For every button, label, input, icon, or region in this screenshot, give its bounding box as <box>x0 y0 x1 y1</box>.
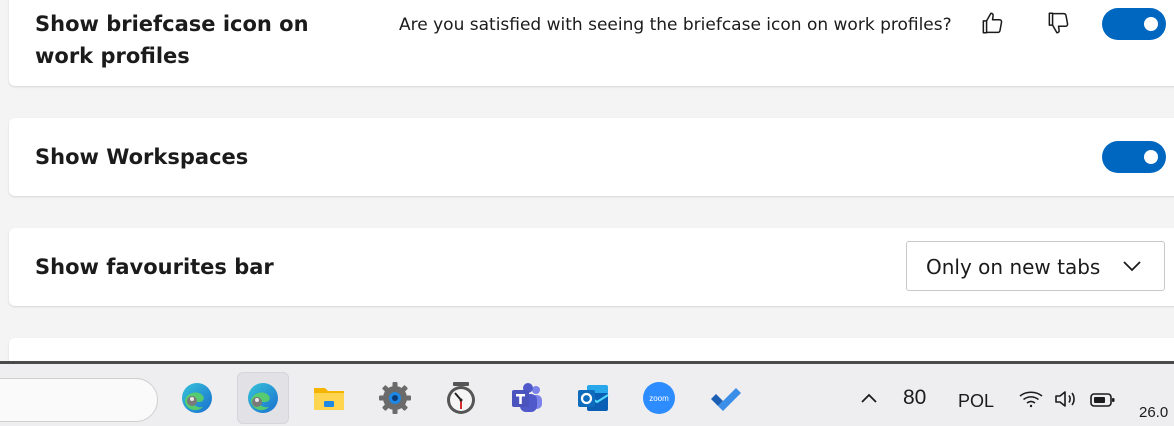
taskbar-app-teams[interactable] <box>501 372 553 424</box>
toggle-knob <box>1144 17 1158 31</box>
toggle-knob <box>1144 150 1158 164</box>
taskbar: zoom 80 POL 26.0 <box>0 364 1174 426</box>
teams-icon <box>512 383 542 412</box>
setting-card-workspaces: Show Workspaces <box>9 118 1174 196</box>
zoom-icon: zoom <box>643 382 675 414</box>
chevron-down-icon <box>1123 261 1141 272</box>
taskbar-search-box[interactable] <box>0 378 158 422</box>
favourites-bar-dropdown[interactable]: Only on new tabs <box>906 241 1165 291</box>
folder-icon <box>314 388 344 410</box>
edge-icon <box>182 383 212 413</box>
clock-icon <box>447 382 475 414</box>
zoom-logo-text: zoom <box>649 394 669 403</box>
volume-icon[interactable] <box>1053 389 1079 409</box>
taskbar-app-outlook[interactable] <box>567 372 619 424</box>
thumbs-up-icon[interactable] <box>979 10 1005 36</box>
taskbar-app-file-explorer[interactable] <box>303 372 355 424</box>
taskbar-app-edge-profile[interactable] <box>237 372 289 424</box>
gear-icon <box>379 382 411 414</box>
battery-icon[interactable] <box>1090 392 1116 408</box>
taskbar-app-edge[interactable] <box>171 372 223 424</box>
taskbar-app-settings[interactable] <box>369 372 421 424</box>
wifi-icon[interactable] <box>1018 389 1044 409</box>
tray-language[interactable]: POL <box>958 391 994 412</box>
setting-title: Show favourites bar <box>35 255 274 279</box>
taskbar-app-zoom[interactable]: zoom <box>633 372 685 424</box>
briefcase-toggle[interactable] <box>1102 8 1166 40</box>
thumbs-down-icon[interactable] <box>1045 10 1071 36</box>
setting-title: Show briefcase icon on work profiles <box>35 12 309 68</box>
setting-title: Show Workspaces <box>35 145 249 169</box>
setting-card-briefcase: Show briefcase icon on work profiles Are… <box>9 0 1174 86</box>
tray-temperature[interactable]: 80 <box>903 386 926 410</box>
feedback-question: Are you satisfied with seeing the briefc… <box>399 15 952 35</box>
settings-content: Show briefcase icon on work profiles Are… <box>0 0 1174 361</box>
todo-icon <box>711 388 741 411</box>
taskbar-app-todo[interactable] <box>699 372 751 424</box>
outlook-icon <box>578 385 609 411</box>
dropdown-value: Only on new tabs <box>926 255 1101 279</box>
tray-date[interactable]: 26.0 <box>1139 404 1168 421</box>
workspaces-toggle[interactable] <box>1102 141 1166 173</box>
setting-card-partial <box>9 338 1174 361</box>
setting-card-favourites: Show favourites bar Only on new tabs <box>9 228 1174 306</box>
taskbar-app-clock[interactable] <box>435 372 487 424</box>
chevron-up-icon[interactable] <box>860 392 878 404</box>
edge-profile-icon <box>248 383 278 413</box>
